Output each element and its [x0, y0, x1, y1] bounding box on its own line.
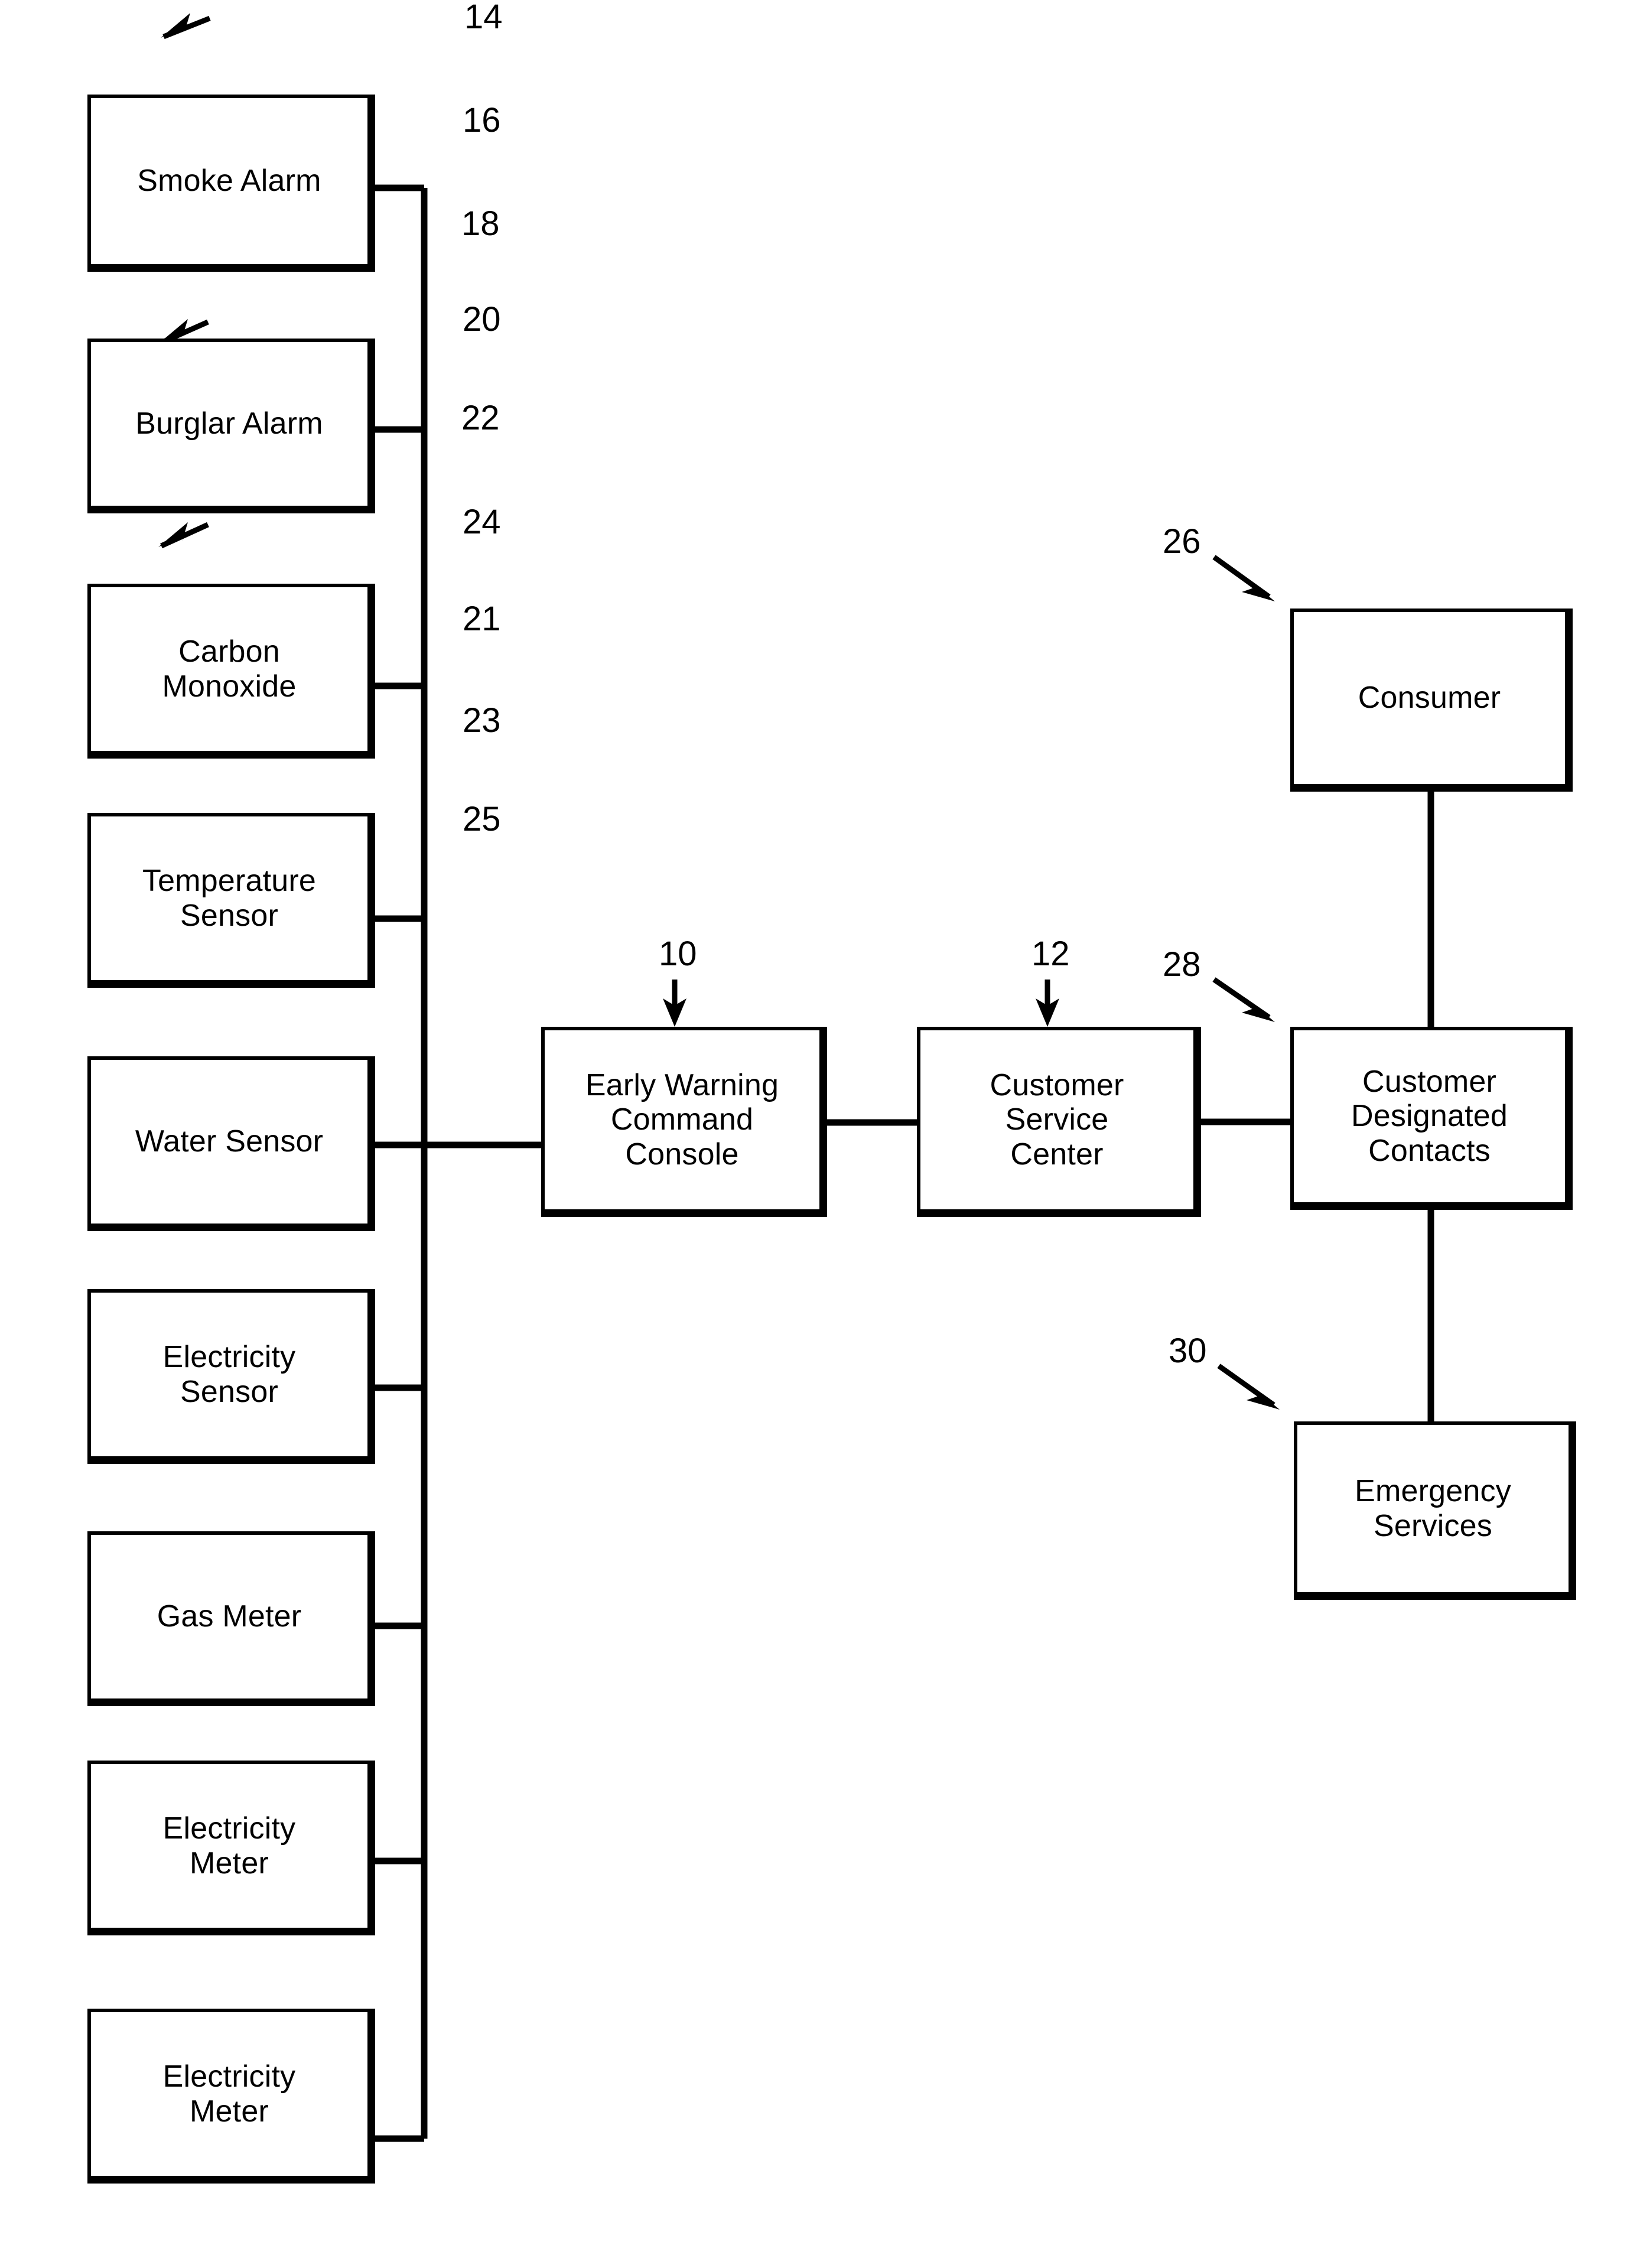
ref-numeral-28: 28: [1163, 945, 1201, 984]
block-label: Customer Designated Contacts: [1351, 1065, 1508, 1168]
block-label: Carbon Monoxide: [162, 634, 297, 704]
ref-numeral-23: 23: [463, 701, 501, 740]
ref-numeral-20: 20: [463, 300, 501, 339]
block-early-warning-console[interactable]: Early Warning Command Console: [541, 1027, 827, 1217]
block-emergency-services[interactable]: Emergency Services: [1294, 1421, 1576, 1600]
block-label: Electricity Sensor: [162, 1340, 296, 1409]
leader-arrow-12: [1036, 980, 1059, 1027]
block-burglar-alarm[interactable]: Burglar Alarm: [87, 339, 375, 513]
block-label: Gas Meter: [157, 1599, 302, 1634]
block-gas-meter[interactable]: Gas Meter: [87, 1531, 375, 1706]
block-label: Water Sensor: [135, 1124, 324, 1159]
block-smoke-alarm[interactable]: Smoke Alarm: [87, 95, 375, 272]
block-label: Electricity Meter: [162, 2059, 296, 2129]
ref-numeral-14: 14: [464, 0, 503, 36]
leader-arrow-26: [1212, 555, 1275, 601]
block-label: Early Warning Command Console: [585, 1068, 779, 1172]
ref-numeral-24: 24: [463, 503, 501, 541]
ref-numeral-26: 26: [1163, 522, 1201, 561]
block-label: Customer Service Center: [990, 1068, 1124, 1172]
block-customer-service-center[interactable]: Customer Service Center: [917, 1027, 1201, 1217]
leader-arrow-24: [158, 522, 209, 549]
leader-arrow-14: [161, 13, 211, 40]
ref-numeral-30: 30: [1169, 1332, 1207, 1370]
block-customer-designated-contacts[interactable]: Customer Designated Contacts: [1290, 1027, 1573, 1210]
figure-canvas: Smoke Alarm 14 Burglar Alarm 16 Carbon M…: [0, 0, 1627, 2268]
ref-numeral-25: 25: [463, 800, 501, 838]
ref-numeral-10: 10: [659, 935, 697, 973]
block-electricity-meter-1[interactable]: Electricity Meter: [87, 1761, 375, 1935]
ref-numeral-21: 21: [463, 600, 501, 638]
block-label: Smoke Alarm: [137, 164, 321, 199]
ref-numeral-12: 12: [1031, 935, 1070, 973]
ref-numeral-22: 22: [461, 399, 500, 437]
leader-arrow-10: [663, 980, 686, 1027]
block-electricity-meter-2[interactable]: Electricity Meter: [87, 2009, 375, 2184]
block-carbon-monoxide[interactable]: Carbon Monoxide: [87, 584, 375, 759]
leader-arrow-28: [1212, 977, 1275, 1022]
block-water-sensor[interactable]: Water Sensor: [87, 1056, 375, 1231]
block-electricity-sensor[interactable]: Electricity Sensor: [87, 1289, 375, 1464]
block-label: Consumer: [1358, 681, 1501, 715]
block-consumer[interactable]: Consumer: [1290, 609, 1573, 792]
block-label: Emergency Services: [1355, 1474, 1511, 1543]
leader-arrow-30: [1217, 1364, 1280, 1410]
ref-numeral-16: 16: [463, 101, 501, 139]
block-label: Electricity Meter: [162, 1811, 296, 1880]
block-label: Temperature Sensor: [142, 864, 317, 933]
block-temperature-sensor[interactable]: Temperature Sensor: [87, 813, 375, 988]
block-label: Burglar Alarm: [135, 406, 323, 441]
ref-numeral-18: 18: [461, 204, 500, 243]
